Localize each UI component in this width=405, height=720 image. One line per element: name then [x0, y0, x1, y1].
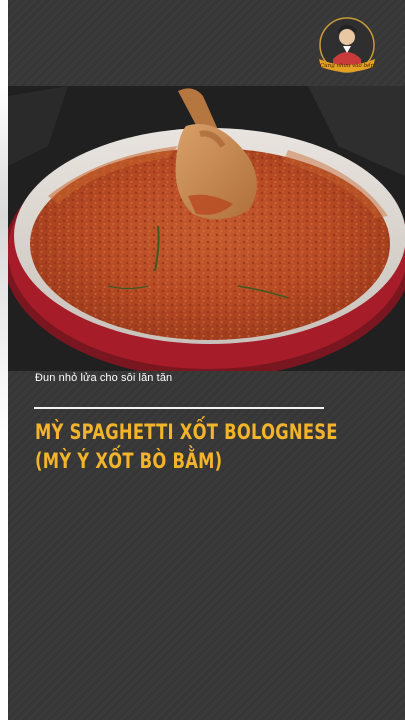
channel-logo[interactable]: Cùng nhau vào bếp [315, 15, 379, 79]
left-edge-strip [0, 0, 8, 720]
title-line-1: MỲ SPAGHETTI XỐT BOLOGNESE [35, 420, 338, 444]
title-line-2: (MỲ Ý XỐT BÒ BẰM) [35, 449, 223, 473]
video-title: MỲ SPAGHETTI XỐT BOLOGNESE (MỲ Ý XỐT BÒ … [35, 418, 338, 476]
svg-text:Cùng nhau vào bếp: Cùng nhau vào bếp [320, 62, 375, 69]
cooking-photo [8, 86, 405, 371]
video-frame[interactable]: Cùng nhau vào bếp Đun nhỏ lửa cho sôi lă… [8, 0, 405, 720]
chef-avatar-icon: Cùng nhau vào bếp [319, 17, 375, 73]
title-divider [34, 407, 324, 409]
video-caption: Đun nhỏ lửa cho sôi lăn tăn [35, 372, 173, 384]
